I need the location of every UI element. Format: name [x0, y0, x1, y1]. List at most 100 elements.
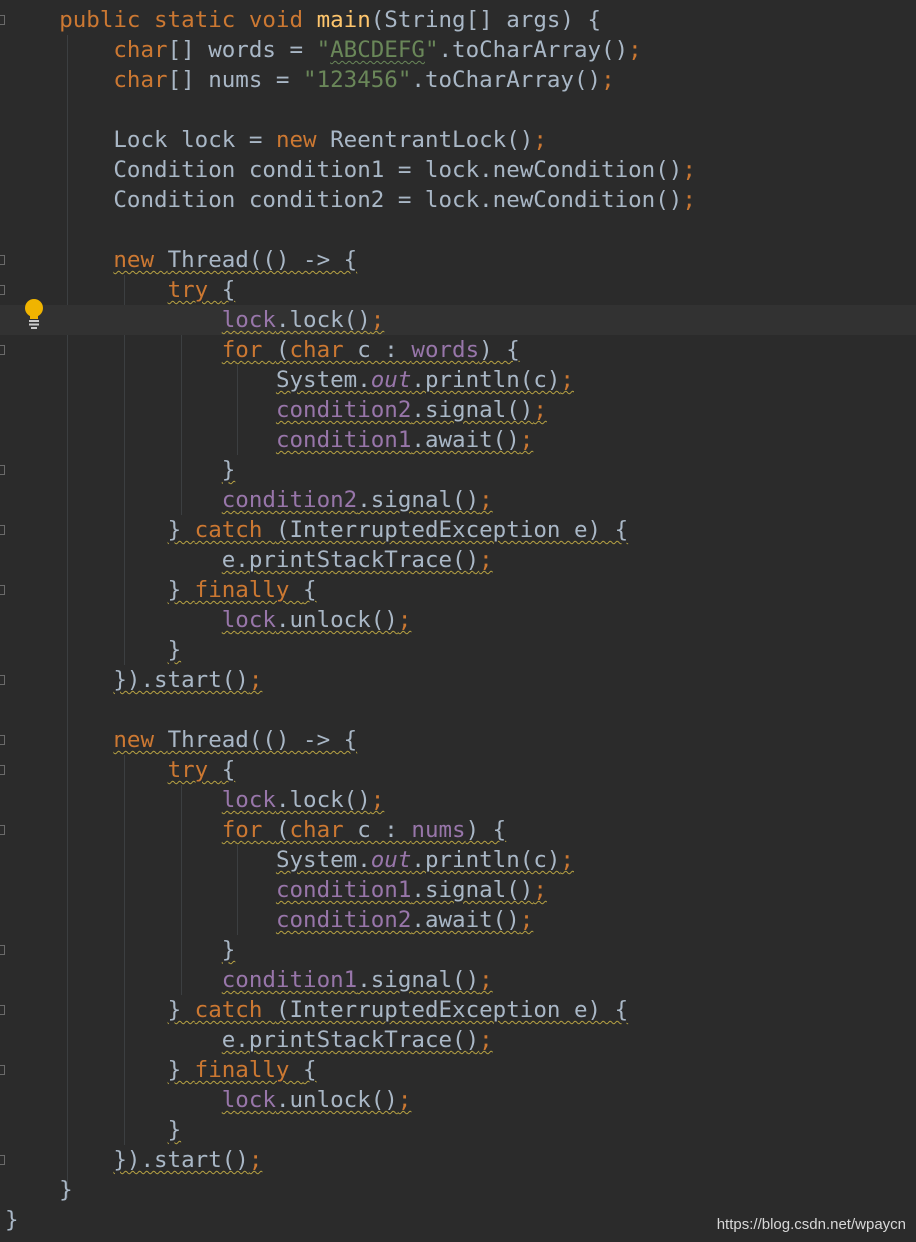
code-line[interactable]: }: [0, 635, 916, 665]
code-line[interactable]: condition1.signal();: [0, 875, 916, 905]
code-line[interactable]: }: [0, 455, 916, 485]
code-token: ;: [479, 487, 493, 513]
code-line-text: new Thread(() -> {: [5, 725, 357, 755]
code-line[interactable]: } finally {: [0, 1055, 916, 1085]
code-token: ;: [370, 787, 385, 813]
code-line-text: char[] nums = "123456".toCharArray();: [5, 65, 614, 95]
fold-marker[interactable]: [0, 345, 5, 355]
fold-marker[interactable]: [0, 945, 5, 955]
code-token: .signal(): [357, 487, 480, 513]
code-editor[interactable]: public static void main(String[] args) {…: [0, 0, 916, 1242]
code-line-text: lock.unlock();: [5, 1085, 412, 1115]
code-line-text: e.printStackTrace();: [5, 1025, 493, 1055]
code-line-text: for (char c : words) {: [5, 335, 520, 365]
fold-marker[interactable]: [0, 735, 5, 745]
code-line[interactable]: } catch (InterruptedException e) {: [0, 515, 916, 545]
code-token: ;: [533, 397, 547, 423]
code-token: catch: [194, 517, 276, 543]
fold-marker[interactable]: [0, 1005, 5, 1015]
code-line[interactable]: lock.lock();: [0, 785, 916, 815]
code-line[interactable]: }: [0, 1115, 916, 1145]
code-line[interactable]: for (char c : words) {: [0, 335, 916, 365]
code-line[interactable]: new Thread(() -> {: [0, 725, 916, 755]
code-token: new: [113, 727, 168, 753]
fold-marker[interactable]: [0, 675, 5, 685]
code-line[interactable]: public static void main(String[] args) {: [0, 5, 916, 35]
code-token: (InterruptedException e) {: [275, 517, 629, 543]
code-token: }: [167, 997, 195, 1023]
code-line[interactable]: for (char c : nums) {: [0, 815, 916, 845]
code-line-text: new Thread(() -> {: [5, 245, 357, 275]
code-line[interactable]: condition1.signal();: [0, 965, 916, 995]
code-line[interactable]: }: [0, 935, 916, 965]
code-token: System.: [275, 367, 371, 393]
code-line[interactable]: Lock lock = new ReentrantLock();: [0, 125, 916, 155]
code-line[interactable]: } finally {: [0, 575, 916, 605]
code-token: .lock(): [275, 307, 371, 333]
code-line[interactable]: char[] words = "ABCDEFG".toCharArray();: [0, 35, 916, 65]
code-token: lock: [221, 307, 276, 333]
code-line-text: }: [5, 1115, 182, 1145]
code-token: condition1: [221, 967, 358, 993]
code-token: condition2: [275, 907, 412, 933]
fold-marker[interactable]: [0, 285, 5, 295]
code-token: nums: [411, 817, 466, 843]
code-token: new: [275, 127, 331, 153]
code-token: finally: [194, 1057, 304, 1083]
code-line[interactable]: }).start();: [0, 665, 916, 695]
code-line[interactable]: System.out.println(c);: [0, 365, 916, 395]
code-line[interactable]: Condition condition2 = lock.newCondition…: [0, 185, 916, 215]
code-token: }: [221, 457, 236, 483]
code-line[interactable]: condition2.signal();: [0, 395, 916, 425]
fold-marker[interactable]: [0, 1155, 5, 1165]
code-line[interactable]: [0, 695, 916, 725]
fold-marker[interactable]: [0, 465, 5, 475]
code-line[interactable]: } catch (InterruptedException e) {: [0, 995, 916, 1025]
code-line[interactable]: e.printStackTrace();: [0, 1025, 916, 1055]
code-token: }: [167, 577, 195, 603]
code-line[interactable]: e.printStackTrace();: [0, 545, 916, 575]
code-line[interactable]: char[] nums = "123456".toCharArray();: [0, 65, 916, 95]
fold-marker[interactable]: [0, 585, 5, 595]
code-line-text: }).start();: [5, 665, 262, 695]
code-line-text: condition2.await();: [5, 905, 533, 935]
code-token: ;: [397, 1087, 412, 1113]
code-line-text: e.printStackTrace();: [5, 545, 493, 575]
code-line[interactable]: Condition condition1 = lock.newCondition…: [0, 155, 916, 185]
code-token: }: [167, 1117, 182, 1143]
code-line[interactable]: try {: [0, 755, 916, 785]
code-line[interactable]: }).start();: [0, 1145, 916, 1175]
code-token: ;: [397, 607, 412, 633]
fold-marker[interactable]: [0, 765, 5, 775]
code-line[interactable]: }: [0, 1175, 916, 1205]
code-line[interactable]: lock.lock();: [0, 305, 916, 335]
code-token: Thread(() -> {: [167, 727, 358, 753]
code-line[interactable]: lock.unlock();: [0, 605, 916, 635]
fold-marker[interactable]: [0, 15, 5, 25]
code-line[interactable]: condition2.signal();: [0, 485, 916, 515]
code-line[interactable]: new Thread(() -> {: [0, 245, 916, 275]
fold-marker[interactable]: [0, 825, 5, 835]
code-line[interactable]: lock.unlock();: [0, 1085, 916, 1115]
fold-marker[interactable]: [0, 255, 5, 265]
lightbulb-icon[interactable]: [23, 298, 45, 330]
fold-marker[interactable]: [0, 525, 5, 535]
code-line-text: } finally {: [5, 575, 317, 605]
code-line[interactable]: [0, 215, 916, 245]
code-line[interactable]: System.out.println(c);: [0, 845, 916, 875]
code-line[interactable]: condition1.await();: [0, 425, 916, 455]
code-line[interactable]: try {: [0, 275, 916, 305]
code-line[interactable]: condition2.await();: [0, 905, 916, 935]
fold-marker[interactable]: [0, 1065, 5, 1075]
code-line[interactable]: [0, 95, 916, 125]
code-token: }: [167, 1057, 195, 1083]
code-token: lock: [221, 1087, 276, 1113]
